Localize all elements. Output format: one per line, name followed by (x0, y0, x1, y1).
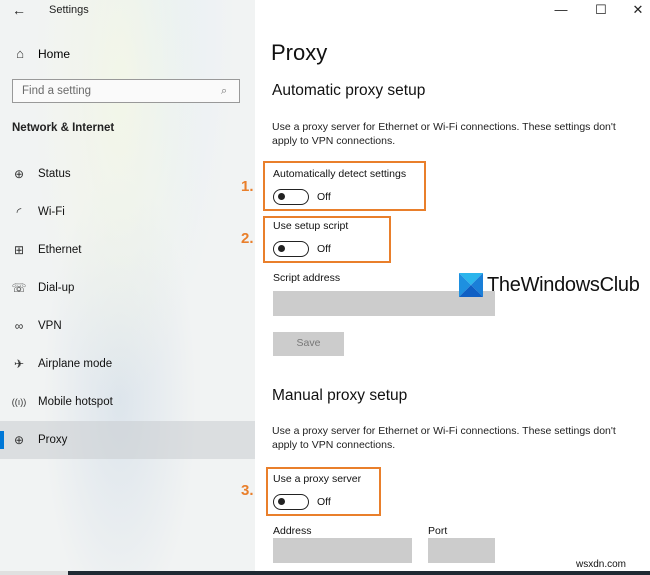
sidebar-item-dialup[interactable]: ☏ Dial-up (0, 269, 255, 307)
home-icon: ⌂ (16, 46, 24, 61)
taskbar (0, 571, 650, 575)
annotation-box-2 (263, 216, 391, 263)
minimize-button[interactable]: — (542, 0, 580, 20)
search-icon[interactable]: ⌕ (221, 85, 239, 98)
sidebar-item-label: Dial-up (38, 282, 75, 294)
automatic-proxy-heading: Automatic proxy setup (272, 82, 426, 99)
sidebar-item-label: Airplane mode (38, 358, 113, 370)
annotation-number-2: 2. (241, 230, 254, 247)
annotation-number-1: 1. (241, 178, 254, 195)
status-globe-icon: ⊕ (13, 167, 25, 181)
sidebar-item-airplane-mode[interactable]: ✈ Airplane mode (0, 345, 255, 383)
sidebar-item-label: Status (38, 168, 71, 180)
sidebar-item-label: Proxy (38, 434, 68, 446)
script-address-label: Script address (273, 272, 341, 284)
watermark-text: TheWindowsClub (487, 273, 640, 296)
home-label: Home (38, 46, 71, 61)
sidebar-item-label: Wi-Fi (38, 206, 65, 218)
taskbar-start-area (0, 571, 68, 575)
vpn-icon: ∞ (14, 319, 24, 333)
back-arrow-icon[interactable]: ← (12, 2, 26, 18)
address-label: Address (273, 525, 312, 537)
site-watermark: wsxdn.com (576, 559, 627, 570)
wifi-icon: ◜ (16, 205, 22, 219)
window-title: Settings (49, 4, 89, 16)
watermark: TheWindowsClub (459, 273, 640, 297)
close-button[interactable]: ✕ (619, 0, 650, 20)
search-placeholder: Find a setting (22, 85, 92, 97)
automatic-proxy-description: Use a proxy server for Ethernet or Wi-Fi… (272, 121, 616, 147)
port-input[interactable] (428, 538, 495, 563)
sidebar: ← Settings ⌂ Home Find a setting ⌕ Netwo… (0, 0, 255, 575)
annotation-box-3 (266, 467, 381, 516)
sidebar-item-proxy[interactable]: ⊕ Proxy (0, 421, 255, 459)
ethernet-icon: ⊞ (13, 243, 25, 257)
port-label: Port (428, 525, 448, 537)
search-input[interactable]: Find a setting ⌕ (12, 79, 240, 103)
dialup-phone-icon: ☏ (11, 281, 27, 295)
sidebar-item-mobile-hotspot[interactable]: ((ı)) Mobile hotspot (0, 383, 255, 421)
sidebar-item-ethernet[interactable]: ⊞ Ethernet (0, 231, 255, 269)
section-label: Network & Internet (12, 122, 115, 134)
annotation-box-1 (263, 161, 426, 211)
sidebar-item-wifi[interactable]: ◜ Wi-Fi (0, 193, 255, 231)
sidebar-home[interactable]: ⌂ Home (12, 46, 70, 61)
manual-proxy-heading: Manual proxy setup (272, 387, 408, 404)
save-button[interactable]: Save (273, 332, 344, 356)
proxy-globe-icon: ⊕ (13, 433, 25, 447)
sidebar-item-label: Mobile hotspot (38, 396, 113, 408)
annotation-number-3: 3. (241, 482, 254, 499)
sidebar-item-status[interactable]: ⊕ Status (0, 155, 255, 193)
sidebar-item-label: Ethernet (38, 244, 82, 256)
hotspot-icon: ((ı)) (11, 397, 27, 407)
manual-proxy-description: Use a proxy server for Ethernet or Wi-Fi… (272, 425, 616, 451)
airplane-icon: ✈ (13, 357, 25, 371)
maximize-button[interactable]: ☐ (582, 0, 620, 20)
address-input[interactable] (273, 538, 412, 563)
page-title: Proxy (271, 40, 328, 65)
windows-club-logo-icon (459, 273, 483, 297)
sidebar-item-vpn[interactable]: ∞ VPN (0, 307, 255, 345)
sidebar-item-label: VPN (38, 320, 62, 332)
